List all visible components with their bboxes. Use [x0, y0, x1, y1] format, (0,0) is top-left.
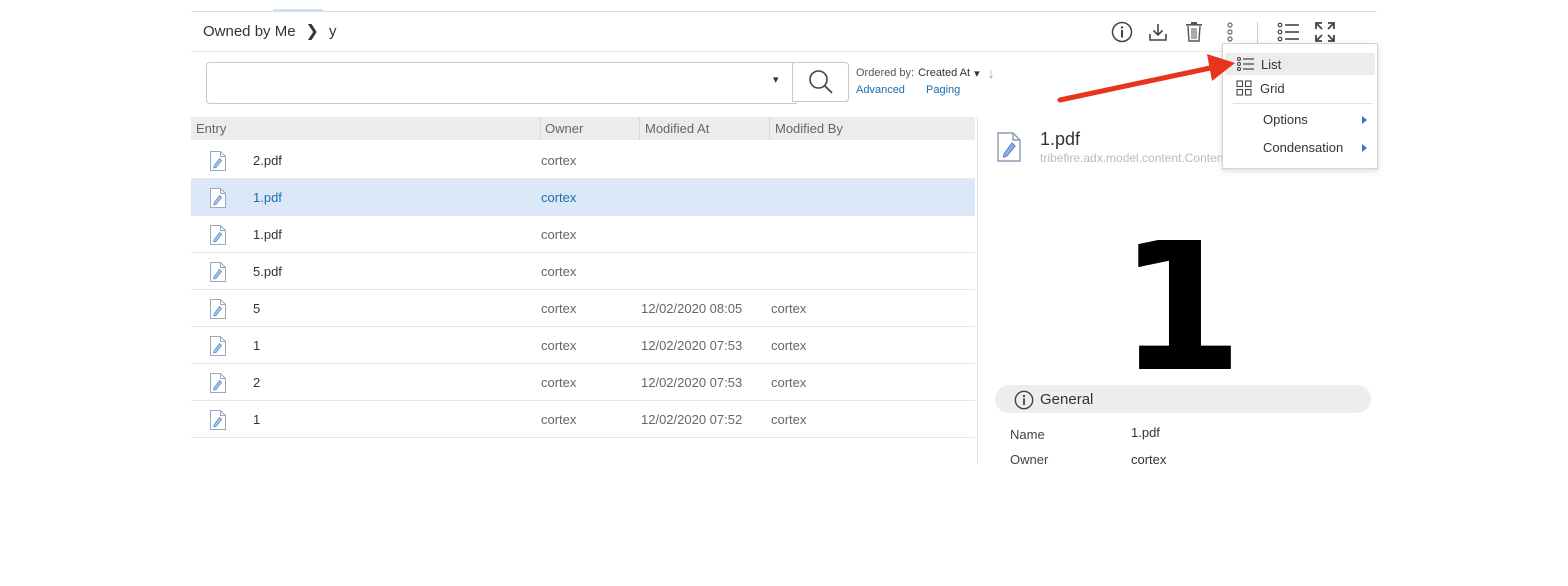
cell-owner: cortex — [541, 412, 577, 427]
advanced-link[interactable]: Advanced — [856, 84, 905, 96]
more-vertical-icon[interactable] — [1218, 20, 1242, 44]
cell-entry[interactable]: 5.pdf — [253, 264, 282, 279]
cell-modified-by: cortex — [771, 301, 807, 316]
column-header-entry[interactable]: Entry — [196, 121, 226, 136]
general-section-header[interactable]: General — [995, 385, 1371, 413]
cell-owner: cortex — [541, 301, 577, 316]
cell-modified-at: 12/02/2020 07:53 — [641, 338, 743, 353]
submenu-arrow-icon — [1362, 116, 1367, 124]
column-header-modified-by[interactable]: Modified By — [775, 121, 843, 136]
ordering-control[interactable]: Ordered by: Created At ▾ ↓ — [856, 65, 995, 81]
cell-modified-by: cortex — [771, 412, 807, 427]
file-icon — [209, 335, 227, 360]
top-border — [191, 11, 1377, 12]
table-row[interactable]: 1.pdf cortex — [191, 179, 975, 216]
cell-owner: cortex — [541, 190, 577, 205]
menu-item-grid-label: Grid — [1260, 81, 1285, 96]
preview-title: 1.pdf — [1040, 129, 1081, 149]
thumbnail-text: 1 — [1118, 240, 1244, 378]
fullscreen-icon[interactable] — [1313, 20, 1337, 44]
cell-owner: cortex — [541, 227, 577, 242]
general-section-label: General — [1040, 391, 1094, 408]
file-icon — [209, 224, 227, 249]
cell-entry[interactable]: 1.pdf — [253, 227, 282, 242]
property-label-owner: Owner — [1010, 452, 1049, 466]
property-value-owner[interactable]: cortex — [1131, 452, 1166, 466]
trash-icon[interactable] — [1182, 20, 1206, 44]
file-icon — [209, 261, 227, 286]
menu-item-options-label: Options — [1263, 112, 1308, 127]
cell-modified-by: cortex — [771, 338, 807, 353]
file-icon — [209, 409, 227, 434]
preview-type: tribefire.adx.model.content.Content — [1040, 151, 1224, 165]
preview-thumbnail: 1 — [1090, 240, 1260, 378]
property-label-name: Name — [1010, 427, 1045, 442]
paging-link[interactable]: Paging — [926, 84, 960, 96]
table-row[interactable]: 2 cortex 12/02/2020 07:53 cortex — [191, 364, 975, 401]
search-dropdown-icon[interactable]: ▾ — [773, 73, 779, 86]
file-icon — [996, 131, 1022, 168]
cell-owner: cortex — [541, 338, 577, 353]
info-icon[interactable] — [1110, 20, 1134, 44]
breadcrumb-root[interactable]: Owned by Me — [203, 23, 296, 40]
file-icon — [209, 150, 227, 175]
chevron-right-icon: ❯ — [305, 23, 319, 40]
breadcrumb: Owned by Me ❯ y — [203, 21, 336, 41]
property-row-clip: Owner cortex — [977, 452, 1397, 466]
cell-owner: cortex — [541, 375, 577, 390]
toolbar-divider — [1257, 22, 1258, 44]
cell-entry[interactable]: 2.pdf — [253, 153, 282, 168]
breadcrumb-current[interactable]: y — [329, 23, 337, 40]
cell-entry[interactable]: 5 — [253, 301, 260, 316]
panel-splitter[interactable] — [977, 117, 978, 464]
table-row[interactable]: 5.pdf cortex — [191, 253, 975, 290]
cell-entry[interactable]: 1.pdf — [253, 190, 282, 205]
cell-entry[interactable]: 1 — [253, 412, 260, 427]
column-header-modified-at[interactable]: Modified At — [645, 121, 709, 136]
cell-owner: cortex — [541, 264, 577, 279]
file-icon — [209, 187, 227, 212]
view-menu: List Grid Options Condensation — [1222, 43, 1378, 169]
search-button[interactable] — [792, 62, 849, 102]
sort-direction-icon[interactable]: ↓ — [988, 65, 995, 81]
file-icon — [209, 298, 227, 323]
cell-modified-by: cortex — [771, 375, 807, 390]
menu-item-options[interactable]: Options — [1223, 108, 1377, 130]
table-row[interactable]: 2.pdf cortex — [191, 142, 975, 179]
menu-item-condensation[interactable]: Condensation — [1223, 136, 1377, 158]
table-row[interactable]: 5 cortex 12/02/2020 08:05 cortex — [191, 290, 975, 327]
cell-modified-at: 12/02/2020 08:05 — [641, 301, 743, 316]
cell-modified-at: 12/02/2020 07:52 — [641, 412, 743, 427]
submenu-arrow-icon — [1362, 144, 1367, 152]
ordering-label: Ordered by: — [856, 67, 915, 79]
ordering-value[interactable]: Created At — [918, 67, 970, 79]
tab-indicator — [273, 9, 323, 12]
search-input[interactable] — [206, 62, 797, 104]
search-icon — [808, 70, 833, 94]
table-row[interactable]: 1 cortex 12/02/2020 07:53 cortex — [191, 327, 975, 364]
menu-item-condensation-label: Condensation — [1263, 140, 1344, 155]
menu-item-list-label: List — [1261, 57, 1282, 72]
cell-entry[interactable]: 2 — [253, 375, 260, 390]
menu-item-grid[interactable]: Grid — [1223, 77, 1377, 99]
table-header: Entry Owner Modified At Modified By — [191, 117, 975, 140]
ordering-caret-icon[interactable]: ▾ — [974, 67, 980, 80]
table-row[interactable]: 1 cortex 12/02/2020 07:52 cortex — [191, 401, 975, 438]
cell-modified-at: 12/02/2020 07:53 — [641, 375, 743, 390]
menu-item-list[interactable]: List — [1225, 53, 1375, 75]
cell-entry[interactable]: 1 — [253, 338, 260, 353]
menu-separator — [1233, 103, 1373, 104]
table-row[interactable]: 1.pdf cortex — [191, 216, 975, 253]
cell-owner: cortex — [541, 153, 577, 168]
file-icon — [209, 372, 227, 397]
info-icon — [1014, 390, 1034, 410]
annotation-arrow — [1057, 54, 1235, 103]
column-header-owner[interactable]: Owner — [545, 121, 583, 136]
property-value-name[interactable]: 1.pdf — [1131, 425, 1160, 440]
download-icon[interactable] — [1146, 20, 1170, 44]
list-view-icon[interactable] — [1277, 20, 1301, 44]
